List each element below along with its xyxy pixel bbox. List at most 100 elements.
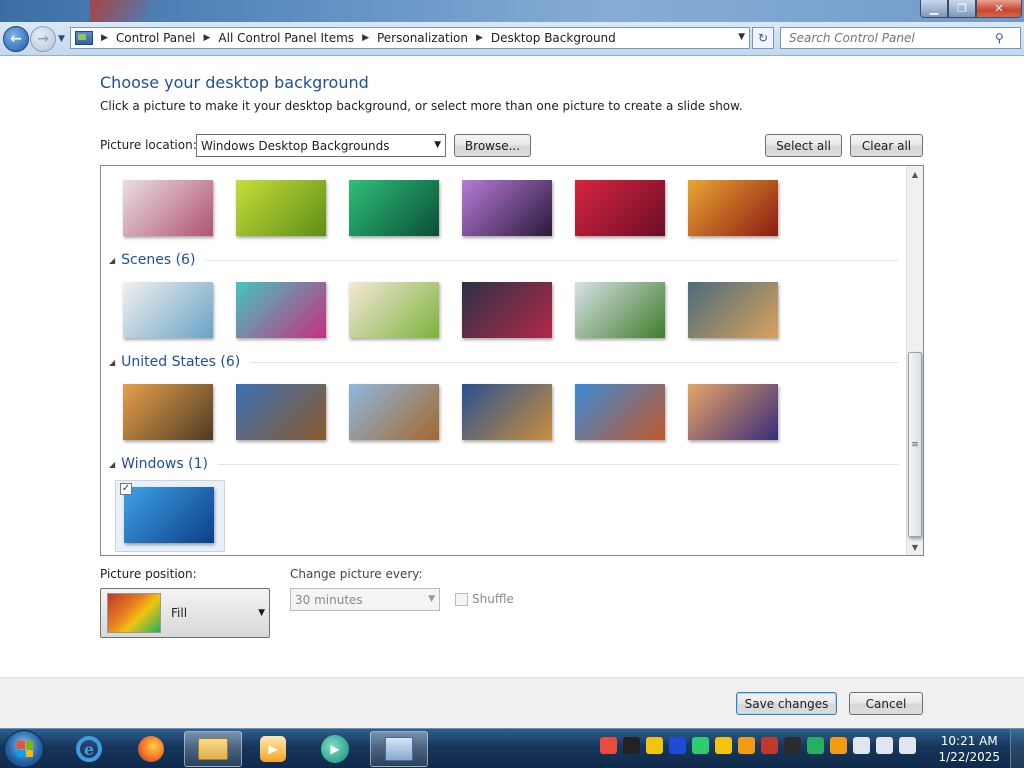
select-all-button[interactable]: Select all	[765, 134, 842, 157]
tray-icon[interactable]	[715, 737, 732, 754]
thumbnail[interactable]	[462, 282, 552, 338]
thumbnail[interactable]	[123, 384, 213, 440]
tray-icon[interactable]	[853, 737, 870, 754]
thumbnail[interactable]	[349, 384, 439, 440]
page-title: Choose your desktop background	[100, 73, 369, 92]
taskbar-media-player[interactable]: ▶	[306, 731, 364, 767]
internet-explorer-icon: e	[76, 736, 102, 762]
save-changes-button[interactable]: Save changes	[736, 692, 837, 715]
thumbnail-checkbox[interactable]: ✓	[120, 483, 132, 495]
picture-position-label: Picture position:	[100, 567, 197, 581]
group-header-windows[interactable]: ◢ Windows (1)	[109, 456, 899, 472]
tray-icon[interactable]	[899, 737, 916, 754]
recent-pages-dropdown[interactable]: ▼	[58, 34, 65, 44]
thumbnail[interactable]	[124, 487, 214, 543]
address-bar[interactable]: ▶ Control Panel ▶ All Control Panel Item…	[70, 27, 750, 49]
minimize-button[interactable]: ▁	[920, 0, 948, 18]
divider	[250, 361, 899, 363]
tray-icon[interactable]	[876, 737, 893, 754]
change-picture-select[interactable]: 30 minutes ▼	[290, 588, 440, 611]
thumbnail[interactable]	[462, 384, 552, 440]
picture-position-value: Fill	[171, 606, 188, 620]
forward-button[interactable]: →	[30, 26, 56, 52]
start-button[interactable]	[4, 730, 44, 768]
thumbnail[interactable]	[575, 180, 665, 236]
tray-icon[interactable]	[761, 737, 778, 754]
media-icon: ▶	[260, 736, 286, 762]
tray-icon[interactable]	[646, 737, 663, 754]
group-title: Windows (1)	[121, 456, 208, 472]
taskbar-firefox[interactable]	[122, 731, 180, 767]
tray-icon[interactable]	[600, 737, 617, 754]
thumbnail[interactable]	[236, 180, 326, 236]
search-icon[interactable]: ⚲	[995, 31, 1004, 45]
maximize-button[interactable]: ❐	[948, 0, 976, 18]
taskbar-internet-explorer[interactable]: e	[60, 731, 118, 767]
gallery-scrollbar[interactable]: ▲ ≡ ▼	[906, 166, 923, 555]
breadcrumb-personalization[interactable]: Personalization	[377, 31, 468, 45]
navigation-bar: ← → ▼ ▶ Control Panel ▶ All Control Pane…	[0, 22, 1024, 56]
cancel-button[interactable]: Cancel	[849, 692, 923, 715]
address-dropdown-icon[interactable]: ▼	[738, 32, 745, 42]
thumbnail[interactable]	[236, 384, 326, 440]
refresh-button[interactable]: ↻	[752, 27, 774, 49]
search-box[interactable]: ⚲	[780, 27, 1021, 49]
taskbar-windows-explorer[interactable]	[184, 731, 242, 767]
thumbnail[interactable]	[688, 180, 778, 236]
selected-thumbnail-frame[interactable]: ✓	[115, 480, 225, 552]
clear-all-button[interactable]: Clear all	[850, 134, 923, 157]
tray-icon[interactable]	[669, 737, 686, 754]
thumbnail[interactable]	[236, 282, 326, 338]
thumbnail[interactable]	[688, 282, 778, 338]
collapse-triangle-icon[interactable]: ◢	[109, 256, 115, 265]
browse-button[interactable]: Browse...	[454, 134, 531, 157]
divider	[205, 259, 899, 261]
position-preview-image	[107, 593, 161, 633]
control-panel-icon	[385, 737, 413, 761]
picture-location-select[interactable]: Windows Desktop Backgrounds ▼	[196, 134, 446, 157]
group-header-scenes[interactable]: ◢ Scenes (6)	[109, 252, 899, 268]
taskbar-media-center[interactable]: ▶	[244, 731, 302, 767]
tray-icon[interactable]	[784, 737, 801, 754]
tray-icon[interactable]	[738, 737, 755, 754]
close-button[interactable]: ✕	[976, 0, 1022, 18]
chevron-right-icon[interactable]: ▶	[476, 33, 483, 43]
gallery-list: ◢ Scenes (6) ◢ United States (6) ◢ Windo…	[101, 166, 906, 555]
collapse-triangle-icon[interactable]: ◢	[109, 460, 115, 469]
thumbnail[interactable]	[123, 282, 213, 338]
scroll-up-arrow-icon[interactable]: ▲	[907, 166, 923, 182]
glass-decoration	[90, 0, 150, 22]
thumbnail[interactable]	[575, 282, 665, 338]
thumbnail[interactable]	[575, 384, 665, 440]
tray-icon[interactable]	[807, 737, 824, 754]
back-button[interactable]: ←	[3, 26, 29, 52]
thumbnail[interactable]	[123, 180, 213, 236]
thumbnail[interactable]	[349, 180, 439, 236]
breadcrumb-desktop-background[interactable]: Desktop Background	[491, 31, 616, 45]
clock[interactable]: 10:21 AM 1/22/2025	[938, 733, 1000, 765]
notification-area	[600, 737, 916, 754]
scroll-thumb[interactable]: ≡	[908, 352, 922, 537]
taskbar-control-panel[interactable]	[370, 731, 428, 767]
thumbnail[interactable]	[688, 384, 778, 440]
show-desktop-button[interactable]	[1010, 729, 1024, 768]
picture-position-select[interactable]: Fill ▼	[100, 588, 270, 638]
chevron-right-icon[interactable]: ▶	[362, 33, 369, 43]
search-input[interactable]	[781, 31, 991, 45]
breadcrumb-control-panel[interactable]: Control Panel	[116, 31, 196, 45]
group-header-united-states[interactable]: ◢ United States (6)	[109, 354, 899, 370]
scroll-down-arrow-icon[interactable]: ▼	[907, 539, 923, 555]
thumbnail[interactable]	[462, 180, 552, 236]
tray-icon[interactable]	[623, 737, 640, 754]
collapse-triangle-icon[interactable]: ◢	[109, 358, 115, 367]
control-panel-icon	[75, 31, 93, 45]
tray-icon[interactable]	[692, 737, 709, 754]
firefox-icon	[138, 736, 164, 762]
chevron-right-icon[interactable]: ▶	[101, 33, 108, 43]
chevron-right-icon[interactable]: ▶	[204, 33, 211, 43]
checkbox-box[interactable]	[455, 592, 468, 606]
breadcrumb-all-items[interactable]: All Control Panel Items	[218, 31, 354, 45]
shuffle-checkbox[interactable]: Shuffle	[455, 592, 514, 606]
thumbnail[interactable]	[349, 282, 439, 338]
tray-icon[interactable]	[830, 737, 847, 754]
